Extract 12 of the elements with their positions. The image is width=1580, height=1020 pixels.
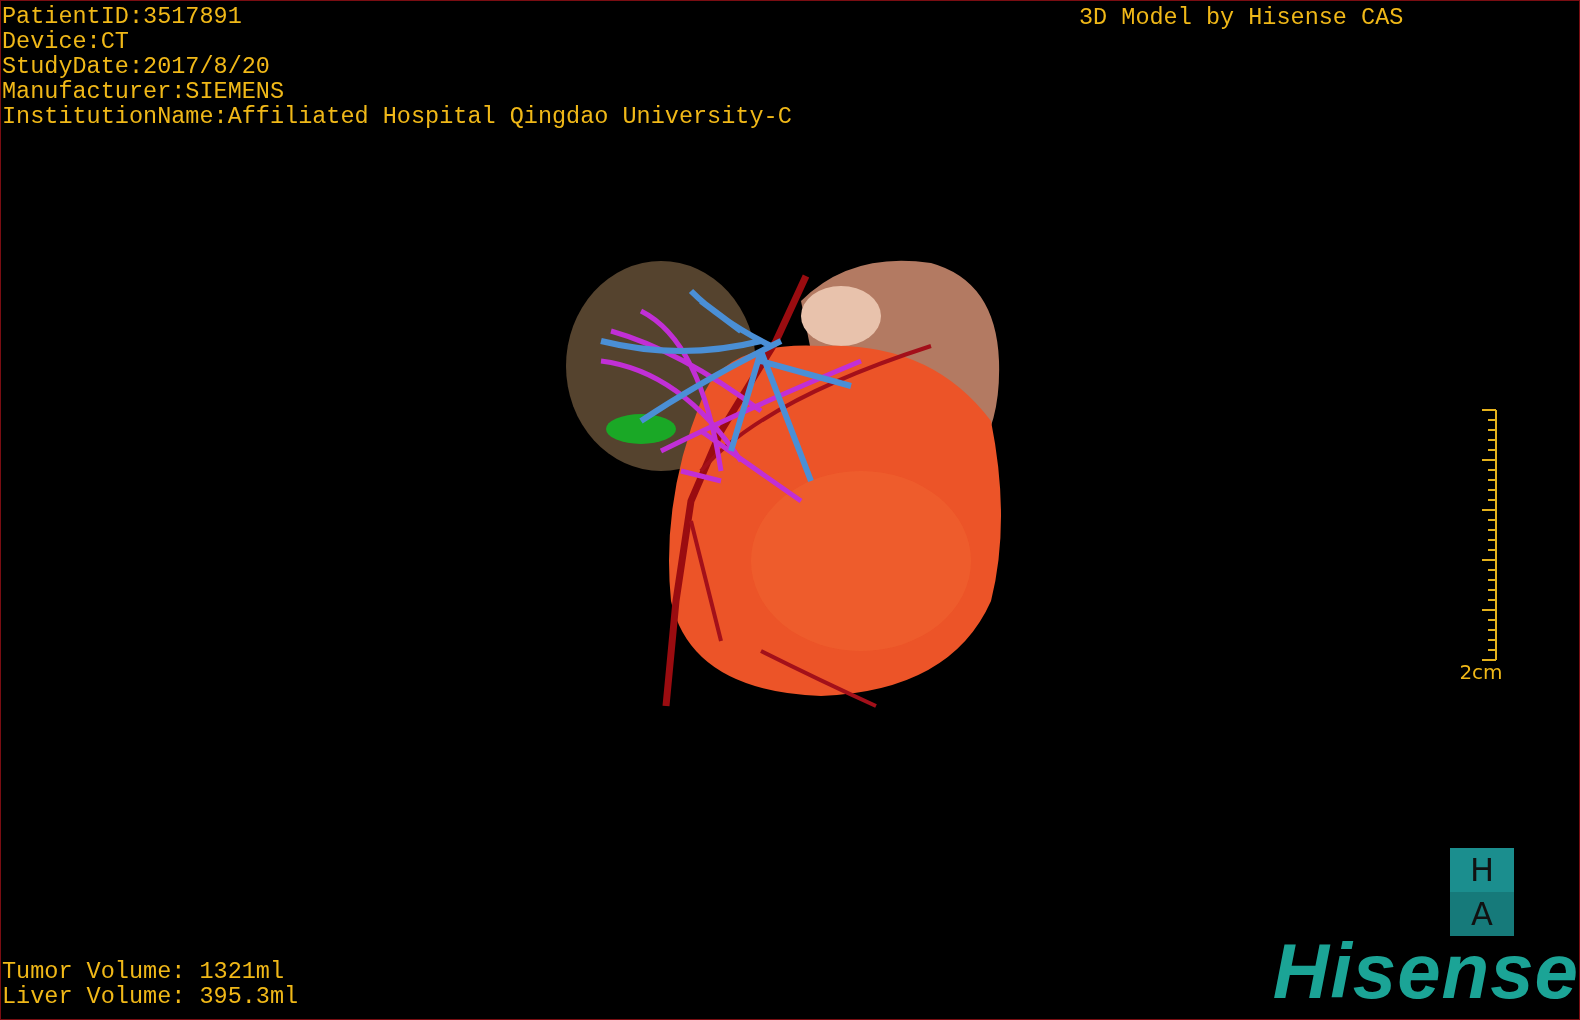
cube-face-front: A [1450, 892, 1514, 936]
model-title-text: 3D Model by Hisense CAS [1079, 5, 1404, 30]
study-info-text: Device:CT [2, 29, 129, 54]
study-info-text: InstitutionName:Affiliated Hospital Qingdao University-C [2, 104, 792, 129]
volume-text: Tumor Volume: 1321ml [2, 959, 285, 984]
cube-face-top: H [1450, 848, 1514, 892]
study-info-text: StudyDate:2017/8/20 [2, 54, 270, 79]
brand-logo: Hisense [1272, 933, 1579, 1009]
study-info-text: PatientID:3517891 [2, 4, 242, 29]
scale-label: 2cm [1459, 661, 1503, 683]
volume-text: Liver Volume: 395.3ml [2, 984, 299, 1009]
study-info-text: Manufacturer:SIEMENS [2, 79, 285, 104]
